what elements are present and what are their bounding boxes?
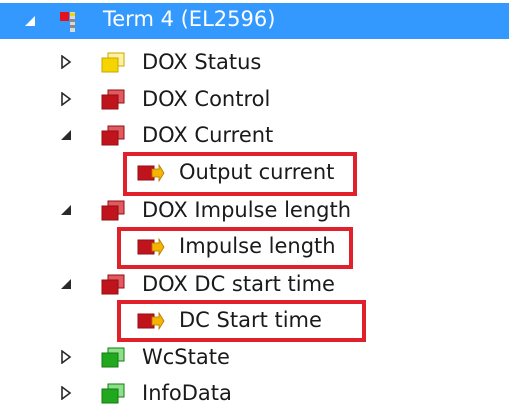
- tree-item-wcstate[interactable]: WcState: [0, 339, 509, 375]
- tree-item-label: DOX Impulse length: [142, 198, 352, 222]
- tree-item-label: DOX Control: [142, 87, 271, 111]
- tree-item-infodata[interactable]: InfoData: [0, 375, 509, 411]
- io-tree: Term 4 (EL2596) DOX Status DOX Control D…: [0, 0, 509, 409]
- input-folder-icon: [100, 52, 126, 74]
- status-folder-icon: [100, 347, 126, 369]
- status-folder-icon: [100, 383, 126, 405]
- highlight-box: [117, 300, 366, 342]
- tree-item-label: DOX DC start time: [142, 272, 335, 296]
- collapsed-arrow-icon[interactable]: [58, 91, 74, 107]
- collapsed-arrow-icon[interactable]: [58, 385, 74, 401]
- expanded-arrow-icon[interactable]: [58, 127, 74, 143]
- expanded-arrow-icon[interactable]: [58, 202, 74, 218]
- highlight-box: [117, 227, 353, 269]
- tree-item-dox-impulse-length[interactable]: DOX Impulse length: [0, 192, 509, 228]
- output-folder-icon: [100, 125, 126, 147]
- expanded-arrow-icon[interactable]: [58, 276, 74, 292]
- output-folder-icon: [100, 89, 126, 111]
- output-folder-icon: [100, 274, 126, 296]
- tree-item-dox-current[interactable]: DOX Current: [0, 117, 509, 153]
- tree-item-dox-control[interactable]: DOX Control: [0, 81, 509, 117]
- tree-item-dox-dc-start-time[interactable]: DOX DC start time: [0, 266, 509, 302]
- tree-item-label: DOX Current: [142, 123, 274, 147]
- tree-item-label: DOX Status: [142, 50, 262, 74]
- collapsed-arrow-icon[interactable]: [58, 349, 74, 365]
- tree-item-term4[interactable]: Term 4 (EL2596): [0, 3, 509, 39]
- terminal-icon: [58, 10, 80, 34]
- highlight-box: [123, 152, 357, 196]
- tree-item-label: Term 4 (EL2596): [103, 7, 276, 31]
- tree-item-label: WcState: [142, 345, 230, 369]
- output-folder-icon: [100, 200, 126, 222]
- collapsed-arrow-icon[interactable]: [58, 54, 74, 70]
- tree-item-dox-status[interactable]: DOX Status: [0, 44, 509, 80]
- expanded-arrow-icon[interactable]: [22, 13, 38, 29]
- tree-item-label: InfoData: [142, 381, 232, 405]
